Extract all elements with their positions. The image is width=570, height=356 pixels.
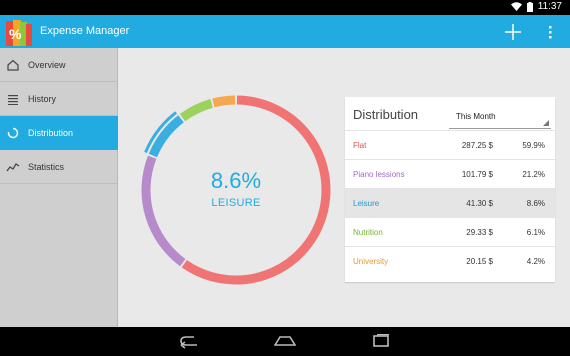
row-amount: 101.79 $ <box>461 170 493 179</box>
row-percent: 4.2% <box>526 257 545 266</box>
sidebar: Overview History Distribution Statistics <box>0 48 118 327</box>
row-amount: 287.25 $ <box>461 141 493 150</box>
period-dropdown[interactable]: This Month <box>449 105 551 129</box>
row-percent: 59.9% <box>522 141 545 150</box>
sidebar-item-overview[interactable]: Overview <box>0 48 118 82</box>
add-icon[interactable] <box>502 21 524 43</box>
row-name: Nutrition <box>353 228 383 237</box>
row-amount: 20.15 $ <box>466 257 493 266</box>
distribution-card: Distribution This Month Flat 287.25 $ 59… <box>345 97 555 282</box>
sidebar-item-label: Statistics <box>28 161 65 172</box>
distribution-row-nutrition[interactable]: Nutrition 29.33 $ 6.1% <box>345 217 555 246</box>
back-icon[interactable] <box>178 333 200 349</box>
app-logo-icon: % <box>6 20 32 46</box>
system-nav-bar <box>0 327 570 356</box>
battery-icon <box>526 1 533 12</box>
svg-text:%: % <box>9 26 22 42</box>
distribution-row-piano[interactable]: Piano lessions 101.79 $ 21.2% <box>345 159 555 188</box>
home-icon <box>6 58 20 72</box>
home-icon[interactable] <box>274 333 296 349</box>
wifi-icon <box>510 2 522 11</box>
action-bar: % Expense Manager <box>0 15 570 48</box>
row-name: Flat <box>353 141 367 150</box>
period-value: This Month <box>456 112 496 121</box>
donut-segment-leisure[interactable] <box>148 115 184 158</box>
donut-segment-university[interactable] <box>212 95 236 108</box>
status-icons: 11:37 <box>510 1 562 12</box>
row-percent: 6.1% <box>526 228 545 237</box>
row-name: University <box>353 257 389 266</box>
row-percent: 21.2% <box>522 170 545 179</box>
sidebar-item-history[interactable]: History <box>0 82 118 116</box>
row-percent: 8.6% <box>526 199 545 208</box>
sidebar-item-distribution[interactable]: Distribution <box>0 116 118 150</box>
donut-segment-nutrition[interactable] <box>179 99 213 122</box>
sidebar-item-statistics[interactable]: Statistics <box>0 150 118 184</box>
selected-percentage: 8.6% <box>210 168 262 193</box>
distribution-row-university[interactable]: University 20.15 $ 4.2% <box>345 246 555 275</box>
status-bar: 11:37 <box>0 0 570 15</box>
pie-chart-icon <box>6 126 20 140</box>
row-name: Leisure <box>353 199 380 208</box>
sidebar-item-label: History <box>28 93 57 104</box>
sidebar-item-label: Distribution <box>28 127 74 138</box>
dropdown-caret-icon <box>543 120 549 126</box>
sidebar-item-label: Overview <box>28 59 66 70</box>
selected-category: LEISURE <box>211 197 261 209</box>
row-amount: 41.30 $ <box>466 199 493 208</box>
main-content: 8.6% LEISURE Distribution This Month Fla… <box>118 48 570 327</box>
row-name: Piano lessions <box>353 170 405 179</box>
overflow-menu-icon[interactable] <box>544 23 556 41</box>
list-icon <box>6 92 20 106</box>
line-chart-icon <box>6 160 20 174</box>
distribution-row-leisure[interactable]: Leisure 41.30 $ 8.6% <box>345 188 555 217</box>
app-title: Expense Manager <box>40 25 130 37</box>
card-title: Distribution <box>353 107 419 122</box>
row-amount: 29.33 $ <box>466 228 493 237</box>
recent-apps-icon[interactable] <box>370 333 392 349</box>
distribution-row-flat[interactable]: Flat 287.25 $ 59.9% <box>345 130 555 159</box>
status-time: 11:37 <box>537 1 562 12</box>
